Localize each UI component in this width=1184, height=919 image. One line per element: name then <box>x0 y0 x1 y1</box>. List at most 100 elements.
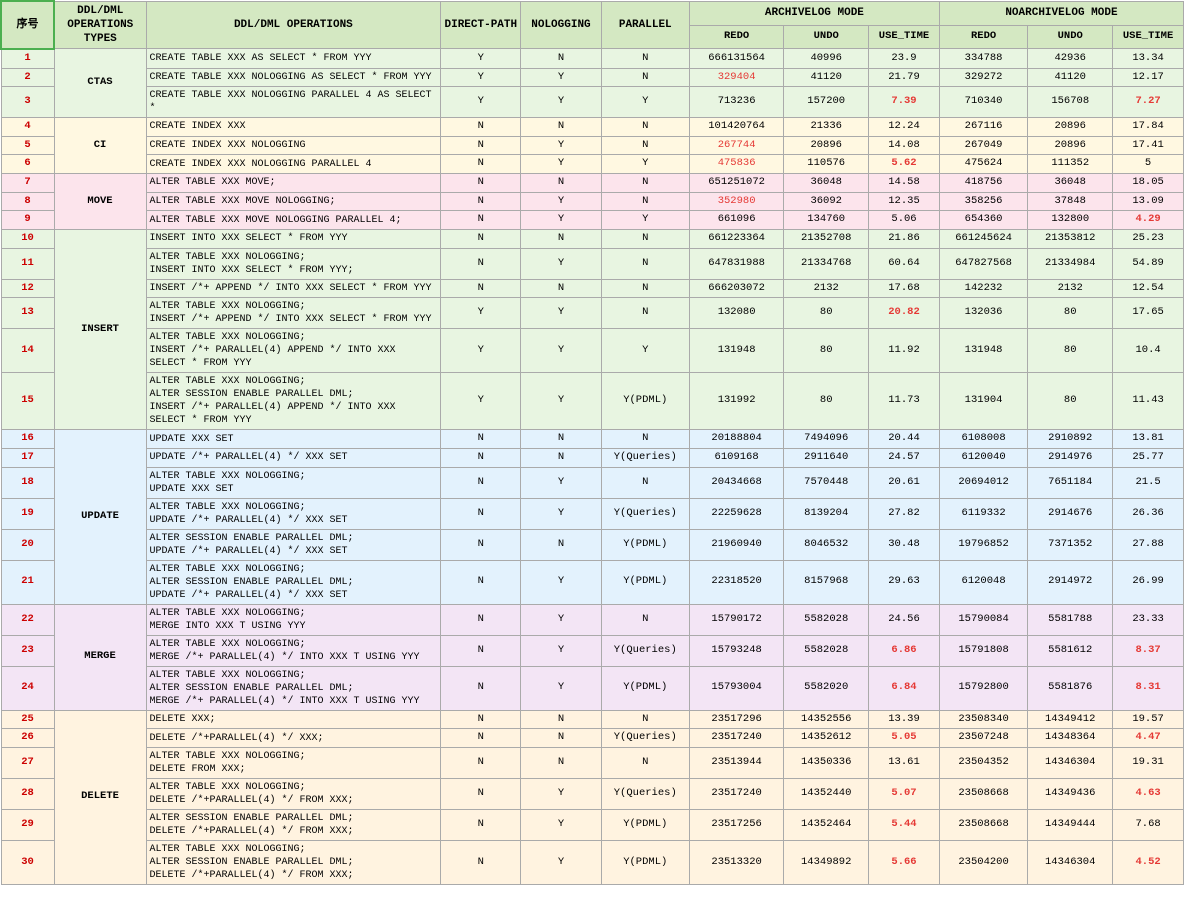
direct-path-cell: N <box>441 529 521 560</box>
arch-usetime-cell: 24.57 <box>869 448 940 467</box>
parallel-cell: N <box>601 604 689 635</box>
noarch-redo-cell: 20694012 <box>939 467 1027 498</box>
col-h-header: UNDO <box>784 25 869 49</box>
row-num: 27 <box>1 747 54 778</box>
noarch-usetime-cell: 5 <box>1113 155 1184 174</box>
arch-undo-cell: 14352612 <box>784 729 869 748</box>
op-group-cell: DELETE <box>54 710 146 884</box>
arch-undo-cell: 80 <box>784 298 869 329</box>
noarch-undo-cell: 2914976 <box>1028 448 1113 467</box>
arch-undo-cell: 14350336 <box>784 747 869 778</box>
ddl-cell: CREATE INDEX XXX NOLOGGING <box>146 136 441 155</box>
ddl-cell: CREATE INDEX XXX <box>146 118 441 137</box>
row-num: 9 <box>1 211 54 230</box>
row-num: 24 <box>1 666 54 710</box>
noarch-usetime-cell: 54.89 <box>1113 248 1184 279</box>
arch-usetime-cell: 29.63 <box>869 560 940 604</box>
noarch-usetime-cell: 17.65 <box>1113 298 1184 329</box>
col-g-header: REDO <box>689 25 783 49</box>
row-num: 30 <box>1 840 54 884</box>
ddl-cell: ALTER TABLE XXX NOLOGGING;ALTER SESSION … <box>146 840 441 884</box>
row-num: 19 <box>1 498 54 529</box>
noarch-redo-cell: 6120040 <box>939 448 1027 467</box>
ddl-cell: ALTER SESSION ENABLE PARALLEL DML;UPDATE… <box>146 529 441 560</box>
arch-redo-cell: 131948 <box>689 329 783 373</box>
noarch-redo-cell: 142232 <box>939 279 1027 298</box>
nologging-cell: Y <box>521 68 601 87</box>
ddl-cell: CREATE TABLE XXX NOLOGGING AS SELECT * F… <box>146 68 441 87</box>
direct-path-cell: Y <box>441 329 521 373</box>
noarch-usetime-cell: 8.37 <box>1113 635 1184 666</box>
arch-undo-cell: 36092 <box>784 192 869 211</box>
noarch-undo-cell: 36048 <box>1028 174 1113 193</box>
noarch-redo-cell: 334788 <box>939 49 1027 68</box>
arch-usetime-cell: 20.44 <box>869 430 940 449</box>
arch-undo-cell: 2911640 <box>784 448 869 467</box>
ddl-cell: ALTER TABLE XXX NOLOGGING;UPDATE /*+ PAR… <box>146 498 441 529</box>
noarch-undo-cell: 41120 <box>1028 68 1113 87</box>
noarch-usetime-cell: 13.34 <box>1113 49 1184 68</box>
noarch-usetime-cell: 4.52 <box>1113 840 1184 884</box>
noarch-redo-cell: 131904 <box>939 373 1027 430</box>
arch-undo-cell: 80 <box>784 373 869 430</box>
noarch-redo-cell: 15790084 <box>939 604 1027 635</box>
noarch-redo-cell: 23508340 <box>939 710 1027 729</box>
arch-usetime-cell: 5.66 <box>869 840 940 884</box>
ddl-cell: CREATE TABLE XXX AS SELECT * FROM YYY <box>146 49 441 68</box>
arch-undo-cell: 36048 <box>784 174 869 193</box>
noarch-redo-cell: 131948 <box>939 329 1027 373</box>
parallel-cell: N <box>601 49 689 68</box>
noarch-redo-cell: 654360 <box>939 211 1027 230</box>
nologging-cell: Y <box>521 136 601 155</box>
noarch-redo-cell: 6119332 <box>939 498 1027 529</box>
ddl-cell: ALTER TABLE XXX MOVE NOLOGGING PARALLEL … <box>146 211 441 230</box>
noarch-undo-cell: 80 <box>1028 329 1113 373</box>
parallel-cell: Y <box>601 329 689 373</box>
noarch-undo-cell: 7651184 <box>1028 467 1113 498</box>
direct-path-cell: N <box>441 560 521 604</box>
header-row-1: 序号 DDL/DML OPERATIONS TYPES DDL/DML OPER… <box>1 1 1184 25</box>
noarchivelog-header: NOARCHIVELOG MODE <box>939 1 1183 25</box>
direct-path-cell: Y <box>441 87 521 118</box>
noarch-undo-cell: 5581612 <box>1028 635 1113 666</box>
direct-path-cell: N <box>441 174 521 193</box>
row-num: 18 <box>1 467 54 498</box>
row-num: 1 <box>1 49 54 68</box>
nologging-cell: N <box>521 49 601 68</box>
parallel-cell: Y(Queries) <box>601 448 689 467</box>
noarch-usetime-cell: 27.88 <box>1113 529 1184 560</box>
arch-redo-cell: 15790172 <box>689 604 783 635</box>
nologging-cell: Y <box>521 211 601 230</box>
arch-usetime-cell: 7.39 <box>869 87 940 118</box>
row-num: 2 <box>1 68 54 87</box>
direct-path-cell: N <box>441 809 521 840</box>
parallel-cell: N <box>601 430 689 449</box>
arch-redo-cell: 23513320 <box>689 840 783 884</box>
nologging-cell: N <box>521 529 601 560</box>
noarch-redo-cell: 475624 <box>939 155 1027 174</box>
noarch-redo-cell: 358256 <box>939 192 1027 211</box>
parallel-cell: N <box>601 118 689 137</box>
noarch-usetime-cell: 4.63 <box>1113 778 1184 809</box>
noarch-undo-cell: 20896 <box>1028 136 1113 155</box>
parallel-cell: N <box>601 230 689 249</box>
nologging-cell: Y <box>521 778 601 809</box>
arch-redo-cell: 23517256 <box>689 809 783 840</box>
noarch-redo-cell: 710340 <box>939 87 1027 118</box>
arch-usetime-cell: 5.44 <box>869 809 940 840</box>
ddl-cell: ALTER TABLE XXX NOLOGGING;UPDATE XXX SET <box>146 467 441 498</box>
arch-undo-cell: 7570448 <box>784 467 869 498</box>
ddl-cell: INSERT INTO XXX SELECT * FROM YYY <box>146 230 441 249</box>
noarch-undo-cell: 2910892 <box>1028 430 1113 449</box>
noarch-usetime-cell: 17.84 <box>1113 118 1184 137</box>
parallel-cell: N <box>601 174 689 193</box>
ddl-cell: ALTER TABLE XXX NOLOGGING;ALTER SESSION … <box>146 666 441 710</box>
nologging-cell: Y <box>521 666 601 710</box>
noarch-undo-cell: 7371352 <box>1028 529 1113 560</box>
parallel-cell: Y(PDML) <box>601 373 689 430</box>
arch-redo-cell: 20188804 <box>689 430 783 449</box>
noarch-usetime-cell: 26.36 <box>1113 498 1184 529</box>
noarch-undo-cell: 80 <box>1028 373 1113 430</box>
ddl-cell: UPDATE XXX SET <box>146 430 441 449</box>
parallel-cell: Y(PDML) <box>601 666 689 710</box>
